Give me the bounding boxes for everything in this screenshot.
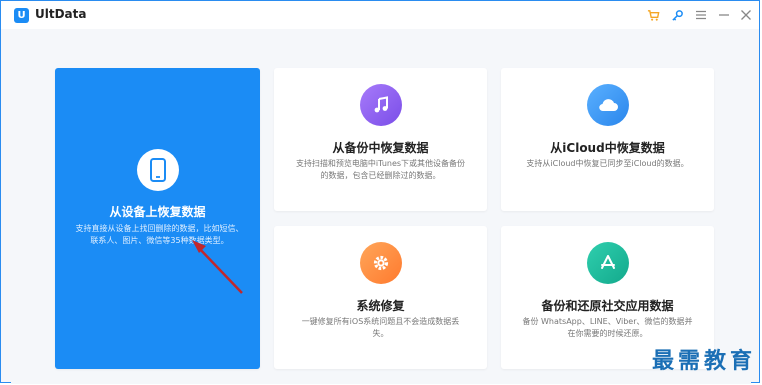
card-title: 从备份中恢复数据 bbox=[332, 141, 429, 155]
card-description: 支持直接从设备上找回删除的数据，比如短信、联系人、图片、微信等35种数据类型。 bbox=[75, 224, 244, 245]
phone-icon bbox=[136, 149, 179, 191]
menu-icon[interactable] bbox=[693, 7, 709, 23]
recover-from-icloud-card[interactable]: 从iCloud中恢复数据 支持从iCloud中恢复已同步至iCloud的数据。 bbox=[501, 68, 714, 211]
card-description: 支持从iCloud中恢复已同步至iCloud的数据。 bbox=[526, 159, 689, 168]
minimize-icon[interactable] bbox=[716, 7, 732, 23]
music-note-icon bbox=[359, 84, 402, 126]
cloud-icon bbox=[586, 84, 629, 126]
card-description: 一键修复所有iOS系统问题且不会造成数据丢失。 bbox=[301, 317, 460, 338]
app-title: UltData bbox=[35, 7, 87, 21]
app-window: U UltData 从设备上恢复数据 支持直接从设备上找回删除的数据，比如短信、… bbox=[0, 0, 760, 384]
cart-icon[interactable] bbox=[645, 7, 661, 23]
card-title: 从设备上恢复数据 bbox=[109, 205, 206, 219]
app-logo-icon: U bbox=[14, 8, 29, 23]
close-icon[interactable] bbox=[738, 7, 754, 23]
card-title: 从iCloud中恢复数据 bbox=[550, 141, 665, 155]
card-description: 支持扫描和预览电脑中iTunes下或其他设备备份的数据，包含已经删除过的数据。 bbox=[295, 159, 466, 180]
card-title: 备份和还原社交应用数据 bbox=[541, 299, 674, 313]
main-content: 从设备上恢复数据 支持直接从设备上找回删除的数据，比如短信、联系人、图片、微信等… bbox=[11, 29, 751, 384]
title-bar: U UltData bbox=[1, 1, 759, 29]
system-repair-card[interactable]: 系统修复 一键修复所有iOS系统问题且不会造成数据丢失。 bbox=[274, 226, 487, 369]
recover-from-backup-card[interactable]: 从备份中恢复数据 支持扫描和预览电脑中iTunes下或其他设备备份的数据，包含已… bbox=[274, 68, 487, 211]
gear-icon bbox=[359, 242, 402, 284]
card-description: 备份 WhatsApp、LINE、Viber、微信的数据并在你需要的时候还原。 bbox=[522, 317, 693, 338]
watermark-logo: 最需教育 bbox=[651, 348, 756, 374]
recover-from-device-card[interactable]: 从设备上恢复数据 支持直接从设备上找回删除的数据，比如短信、联系人、图片、微信等… bbox=[55, 68, 260, 369]
key-icon[interactable] bbox=[669, 7, 685, 23]
card-title: 系统修复 bbox=[356, 299, 405, 313]
app-store-icon bbox=[586, 242, 629, 284]
